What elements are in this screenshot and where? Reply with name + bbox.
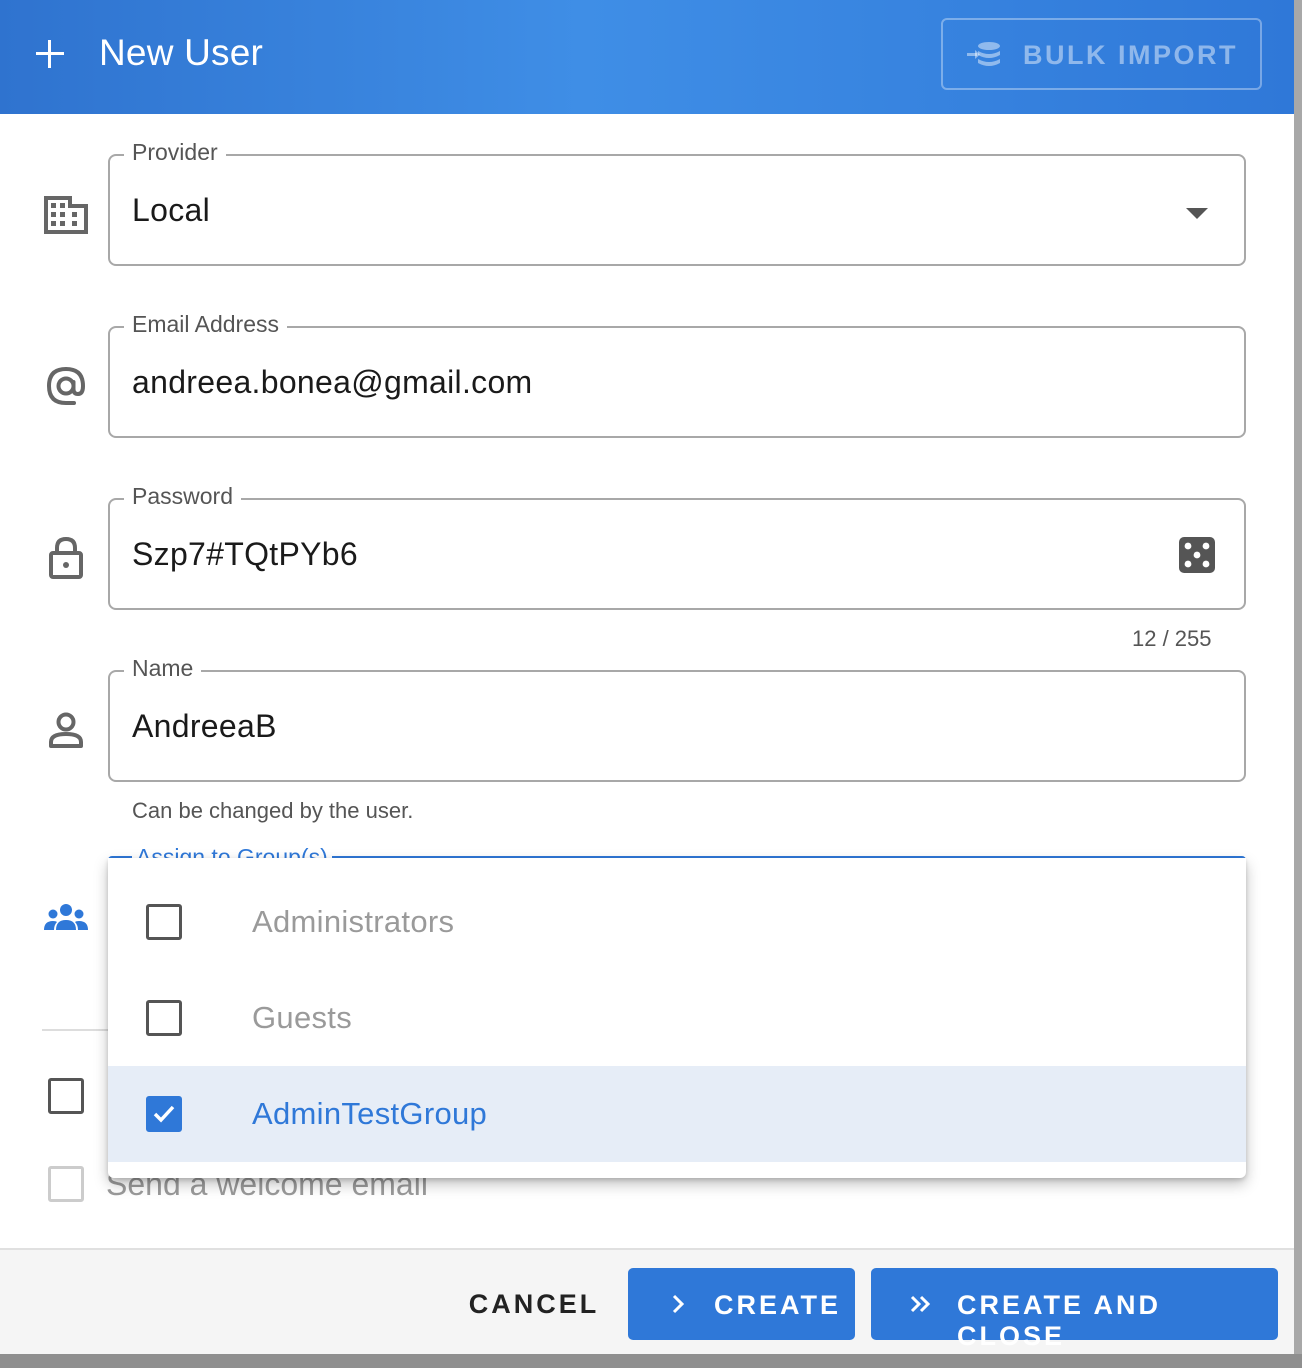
password-field[interactable]: Password Szp7#TQtPYb6 xyxy=(108,483,1246,610)
email-label: Email Address xyxy=(124,311,288,338)
group-option-label: Guests xyxy=(252,1000,353,1035)
checkbox-unchecked-icon[interactable] xyxy=(146,1000,182,1036)
cancel-button[interactable]: CANCEL xyxy=(454,1268,614,1340)
email-value: andreea.bonea@gmail.com xyxy=(132,364,533,400)
name-label: Name xyxy=(124,655,202,682)
provider-select[interactable]: Provider Local xyxy=(108,139,1246,266)
group-option-label: Administrators xyxy=(252,904,455,939)
name-helper-text: Can be changed by the user. xyxy=(132,798,414,823)
password-char-counter: 12 / 255 xyxy=(1132,626,1212,651)
building-icon xyxy=(44,196,88,234)
person-icon xyxy=(49,712,83,748)
checkbox-option[interactable] xyxy=(48,1078,84,1114)
groups-dropdown-menu: Administrators Guests AdminTestGroup xyxy=(108,858,1246,1178)
create-button[interactable]: CREATE xyxy=(628,1268,855,1340)
bulk-import-label: BULK IMPORT xyxy=(1023,40,1238,70)
chevron-down-icon xyxy=(1186,208,1208,219)
backdrop-bottom xyxy=(0,1354,1302,1368)
groups-label: Assign to Group(s) xyxy=(132,842,332,858)
dialog-header: New User BULK IMPORT xyxy=(0,0,1294,114)
dialog-footer: CANCEL CREATE CREATE AND CLOSE xyxy=(0,1248,1294,1354)
dice-icon[interactable] xyxy=(1178,536,1216,574)
group-option-administrators[interactable]: Administrators xyxy=(108,874,1246,970)
group-icon xyxy=(44,904,88,930)
at-sign-icon xyxy=(46,366,86,405)
backdrop xyxy=(1294,0,1302,1368)
lock-icon xyxy=(49,536,83,579)
welcome-email-checkbox[interactable] xyxy=(48,1166,84,1202)
create-and-close-label: CREATE AND CLOSE xyxy=(957,1290,1161,1351)
group-option-label: AdminTestGroup xyxy=(252,1096,488,1131)
checkmark-icon xyxy=(153,1105,175,1123)
group-option-admintestgroup[interactable]: AdminTestGroup xyxy=(108,1066,1246,1162)
chevron-right-icon xyxy=(672,1294,685,1314)
checkbox-checked-icon[interactable] xyxy=(146,1096,182,1132)
password-label: Password xyxy=(124,483,241,510)
provider-label: Provider xyxy=(124,139,226,166)
password-value: Szp7#TQtPYb6 xyxy=(132,536,358,572)
dialog-title: New User xyxy=(99,32,264,73)
new-user-dialog: New User BULK IMPORT Provider Local Emai… xyxy=(0,0,1294,1354)
name-value: AndreeaB xyxy=(132,708,277,744)
plus-icon xyxy=(36,40,64,68)
create-and-close-button[interactable]: CREATE AND CLOSE xyxy=(871,1268,1278,1351)
database-import-icon xyxy=(967,42,1000,66)
email-field[interactable]: Email Address andreea.bonea@gmail.com xyxy=(108,311,1246,438)
name-field[interactable]: Name AndreeaB xyxy=(108,655,1246,782)
bulk-import-button[interactable]: BULK IMPORT xyxy=(941,18,1262,90)
create-label: CREATE xyxy=(714,1290,842,1320)
checkbox-unchecked-icon[interactable] xyxy=(146,904,182,940)
group-option-guests[interactable]: Guests xyxy=(108,970,1246,1066)
double-chevron-right-icon xyxy=(910,1295,931,1313)
provider-value: Local xyxy=(132,192,210,228)
